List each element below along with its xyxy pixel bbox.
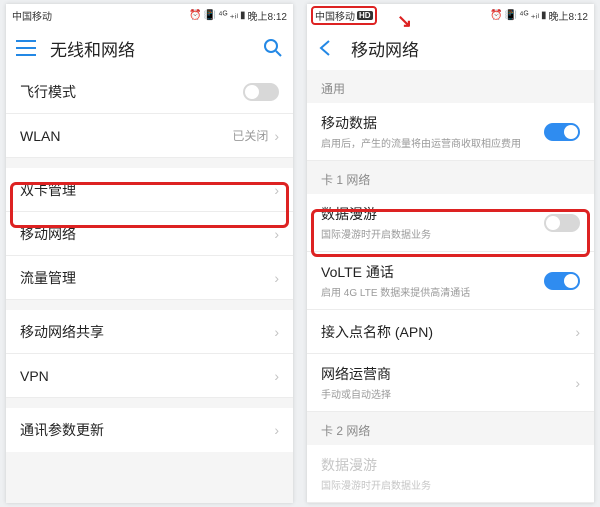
carrier-label: 中国移动 <box>315 8 355 23</box>
signal-bars-icon: ₊ᵢₗ <box>531 10 540 21</box>
alarm-icon: ⏰ <box>490 10 502 21</box>
menu-icon[interactable] <box>16 40 36 56</box>
row-title: 流量管理 <box>20 268 274 288</box>
row-airplane[interactable]: 飞行模式 <box>6 70 293 114</box>
row-dualsim[interactable]: 双卡管理 › <box>6 168 293 212</box>
section-general: 通用 <box>307 70 594 103</box>
row-title: 双卡管理 <box>20 180 274 200</box>
row-sub: 手动或自动选择 <box>321 386 575 401</box>
signal-bars-icon: ₊ᵢₗ <box>230 10 239 21</box>
header: 无线和网络 <box>6 26 293 70</box>
row-params[interactable]: 通讯参数更新 › <box>6 408 293 452</box>
arrow-annotation-icon: ↘ <box>397 11 412 32</box>
phone-left: 中国移动 ⏰ 📳 ⁴ᴳ ₊ᵢₗ ▮ 晚上8:12 无线和网络 飞行模式 WLAN… <box>6 4 293 503</box>
row-mobile-data[interactable]: 移动数据 启用后，产生的流量将由运营商收取相应费用 <box>307 103 594 161</box>
chevron-right-icon: › <box>274 324 279 340</box>
signal-4g-icon: ⁴ᴳ <box>218 10 227 21</box>
row-title: 移动网络共享 <box>20 322 274 342</box>
back-icon[interactable] <box>317 40 337 56</box>
row-title: 通讯参数更新 <box>20 420 274 440</box>
airplane-switch[interactable] <box>243 83 279 101</box>
row-mobile-network[interactable]: 移动网络 › <box>6 212 293 256</box>
chevron-right-icon: › <box>274 128 279 144</box>
row-sub: 国际漫游时开启数据业务 <box>321 477 580 492</box>
phone-right: ↘ 中国移动 HD ⏰ 📳 ⁴ᴳ ₊ᵢₗ ▮ 晚上8:12 移动网络 通用 移动… <box>307 4 594 503</box>
row-roaming-2: 数据漫游 国际漫游时开启数据业务 <box>307 445 594 503</box>
row-volte[interactable]: VoLTE 通话 启用 4G LTE 数据来提供高清通话 <box>307 252 594 310</box>
clock-label: 晚上8:12 <box>549 8 588 23</box>
vibrate-icon: 📳 <box>204 10 216 21</box>
chevron-right-icon: › <box>575 324 580 340</box>
status-bar: 中国移动 ⏰ 📳 ⁴ᴳ ₊ᵢₗ ▮ 晚上8:12 <box>6 4 293 26</box>
section-sim2: 卡 2 网络 <box>307 412 594 445</box>
chevron-right-icon: › <box>274 422 279 438</box>
status-bar: 中国移动 HD ⏰ 📳 ⁴ᴳ ₊ᵢₗ ▮ 晚上8:12 <box>307 4 594 26</box>
settings-list: 飞行模式 WLAN 已关闭 › 双卡管理 › 移动网络 › 流量管理 › 移动网… <box>6 70 293 503</box>
highlight-carrier: 中国移动 HD <box>311 6 377 25</box>
signal-4g-icon: ⁴ᴳ <box>519 10 528 21</box>
vibrate-icon: 📳 <box>505 10 517 21</box>
row-title: 接入点名称 (APN) <box>321 322 575 342</box>
chevron-right-icon: › <box>575 375 580 391</box>
chevron-right-icon: › <box>274 368 279 384</box>
carrier-label: 中国移动 <box>12 8 52 23</box>
alarm-icon: ⏰ <box>189 10 201 21</box>
row-sub: 启用 4G LTE 数据来提供高清通话 <box>321 284 544 299</box>
chevron-right-icon: › <box>274 226 279 242</box>
row-title: WLAN <box>20 128 232 144</box>
row-vpn[interactable]: VPN › <box>6 354 293 398</box>
row-roaming-1[interactable]: 数据漫游 国际漫游时开启数据业务 <box>307 194 594 252</box>
row-title: 移动网络 <box>20 224 274 244</box>
battery-icon: ▮ <box>240 10 246 21</box>
chevron-right-icon: › <box>274 182 279 198</box>
row-title: 移动数据 <box>321 113 544 133</box>
row-operator-1[interactable]: 网络运营商 手动或自动选择 › <box>307 354 594 412</box>
row-title: 数据漫游 <box>321 204 544 224</box>
row-title: 网络运营商 <box>321 364 575 384</box>
section-sim1: 卡 1 网络 <box>307 161 594 194</box>
row-title: VPN <box>20 368 274 384</box>
settings-list: 通用 移动数据 启用后，产生的流量将由运营商收取相应费用 卡 1 网络 数据漫游… <box>307 70 594 503</box>
chevron-right-icon: › <box>274 270 279 286</box>
row-title: 数据漫游 <box>321 455 580 475</box>
row-title: 飞行模式 <box>20 82 243 102</box>
page-title: 移动网络 <box>351 36 419 61</box>
mobile-data-switch[interactable] <box>544 123 580 141</box>
roaming-1-switch[interactable] <box>544 214 580 232</box>
row-sub: 国际漫游时开启数据业务 <box>321 226 544 241</box>
hd-badge-icon: HD <box>357 11 373 20</box>
page-title: 无线和网络 <box>50 36 135 61</box>
row-apn-1[interactable]: 接入点名称 (APN) › <box>307 310 594 354</box>
volte-switch[interactable] <box>544 272 580 290</box>
row-sub: 启用后，产生的流量将由运营商收取相应费用 <box>321 135 544 150</box>
row-traffic[interactable]: 流量管理 › <box>6 256 293 300</box>
header: 移动网络 <box>307 26 594 70</box>
clock-label: 晚上8:12 <box>248 8 287 23</box>
wlan-state: 已关闭 <box>232 127 268 144</box>
battery-icon: ▮ <box>541 10 547 21</box>
row-tether[interactable]: 移动网络共享 › <box>6 310 293 354</box>
search-icon[interactable] <box>263 38 283 58</box>
row-wlan[interactable]: WLAN 已关闭 › <box>6 114 293 158</box>
row-title: VoLTE 通话 <box>321 262 544 282</box>
